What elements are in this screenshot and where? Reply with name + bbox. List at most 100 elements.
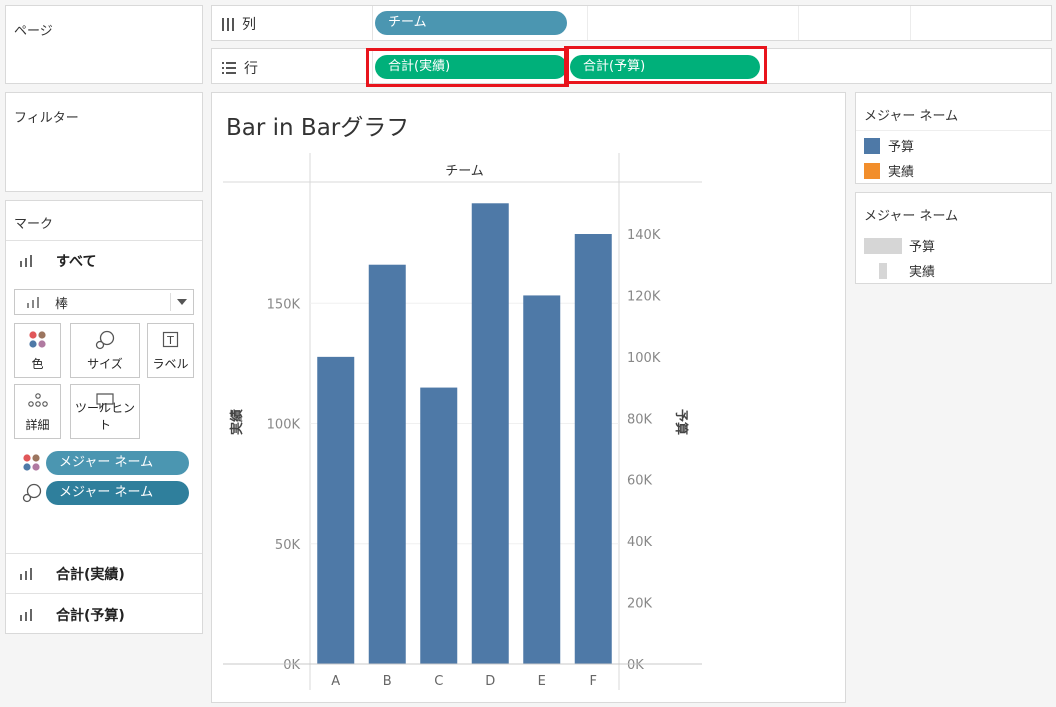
- size-icon: [71, 330, 139, 350]
- size-legend-title: メジャー ネーム: [864, 209, 959, 224]
- bar-chart-icon: [20, 568, 38, 580]
- left-tick-label: 50K: [275, 538, 301, 553]
- marks-card-actual-label: 合計(実績): [56, 567, 125, 583]
- size-legend-item-actual[interactable]: 実績: [864, 261, 935, 280]
- color-button[interactable]: 色: [14, 323, 61, 378]
- y2-axis-label: 予算: [673, 409, 689, 435]
- color-dots-icon: [22, 453, 42, 477]
- bar-chart-icon: [27, 296, 45, 308]
- size-swatch-narrow: [879, 262, 887, 279]
- rows-shelf-label: 行: [222, 58, 258, 78]
- columns-shelf-label-text: 列: [242, 17, 256, 33]
- bar-chart-icon: [20, 608, 38, 621]
- bar-chart: Bar in Barグラフチーム 0K 50K 100K 150K 0K 20K 40K 60K…: [223, 115, 702, 690]
- highlight-box-actual: [366, 48, 569, 87]
- marks-title: マーク: [14, 217, 54, 232]
- size-field-pill[interactable]: メジャー ネーム: [46, 481, 189, 505]
- rows-list-icon: [222, 62, 236, 74]
- legend-swatch-actual: [864, 162, 880, 179]
- label-button-label: ラベル: [152, 357, 189, 371]
- bar: [574, 234, 612, 664]
- columns-shelf-label: 列: [222, 14, 256, 34]
- marks-card-budget-label: 合計(予算): [56, 607, 125, 624]
- color-dots-icon: [15, 331, 60, 349]
- x-tick-label: F: [590, 674, 597, 689]
- highlight-box-budget: [564, 46, 767, 84]
- size-button-label: サイズ: [87, 357, 123, 371]
- mark-type-value: 棒: [55, 296, 69, 312]
- viz-panel: Bar in Barグラフチーム 0K 50K 100K 150K 0K 20K 40K 60K…: [211, 92, 846, 703]
- tooltip-button[interactable]: ツールヒント: [70, 384, 140, 439]
- tooltip-button-label: ツールヒント: [74, 401, 135, 432]
- x-tick-label: D: [485, 674, 495, 689]
- bar-chart-icon: [20, 255, 38, 267]
- right-tick-label: 20K: [627, 597, 653, 612]
- chart-title: Bar in Barグラフ: [226, 115, 409, 141]
- text-label-icon: T: [148, 331, 193, 349]
- detail-button[interactable]: 詳細: [14, 384, 61, 439]
- marks-card-all[interactable]: すべて: [6, 240, 202, 281]
- left-tick-label: 100K: [267, 418, 301, 433]
- size-legend-item-actual-label: 実績: [909, 265, 936, 280]
- shelf-divider: [798, 6, 799, 40]
- pages-title: ページ: [14, 24, 53, 39]
- bar: [317, 356, 355, 664]
- size-legend-item-budget-label: 予算: [909, 240, 936, 255]
- color-field-pill[interactable]: メジャー ネーム: [46, 451, 189, 475]
- left-tick-label: 0K: [283, 658, 300, 673]
- svg-text:T: T: [166, 334, 174, 347]
- column-pill-team[interactable]: チーム: [375, 11, 567, 35]
- columns-icon: [222, 17, 234, 31]
- right-tick-label: 120K: [627, 289, 661, 304]
- filters-title: フィルター: [14, 111, 79, 126]
- shelf-divider: [372, 6, 373, 40]
- rows-shelf-label-text: 行: [244, 61, 258, 77]
- left-tick-label: 150K: [267, 297, 301, 312]
- x-tick-label: B: [383, 674, 392, 689]
- marks-card-actual[interactable]: 合計(実績): [6, 553, 202, 594]
- columns-shelf[interactable]: 列 チーム: [211, 5, 1052, 41]
- bar: [368, 264, 406, 664]
- legend-swatch-budget: [864, 137, 880, 154]
- detail-dots-icon: [15, 392, 60, 410]
- color-legend-title: メジャー ネーム: [864, 109, 959, 124]
- pages-panel[interactable]: ページ: [5, 5, 203, 84]
- size-icon: [21, 483, 43, 507]
- legend-item-budget-label: 予算: [888, 140, 915, 155]
- dropdown-divider: [170, 293, 171, 311]
- x-tick-label: C: [434, 674, 443, 689]
- filters-panel[interactable]: フィルター: [5, 92, 203, 192]
- label-button[interactable]: T ラベル: [147, 323, 194, 378]
- y-axis-label: 実績: [229, 409, 245, 435]
- x-tick-label: A: [331, 674, 340, 689]
- right-tick-label: 140K: [627, 228, 661, 243]
- legend-item-budget[interactable]: 予算: [864, 136, 914, 155]
- chevron-down-icon[interactable]: [177, 299, 187, 305]
- size-button[interactable]: サイズ: [70, 323, 140, 378]
- bar: [471, 203, 509, 664]
- legend-item-actual-label: 実績: [888, 165, 915, 180]
- right-tick-label: 0K: [627, 658, 644, 673]
- column-header: チーム: [445, 164, 484, 179]
- marks-card-budget[interactable]: 合計(予算): [6, 593, 202, 635]
- legend-header-divider: [856, 130, 1051, 131]
- size-legend-item-budget[interactable]: 予算: [864, 236, 935, 255]
- right-tick-label: 100K: [627, 351, 661, 366]
- right-tick-label: 40K: [627, 535, 653, 550]
- mark-type-dropdown[interactable]: 棒: [14, 289, 194, 315]
- marks-panel: マーク すべて 棒 色 サイズ T ラベル 詳細 ツールヒント メジャー ネーム…: [5, 200, 203, 634]
- size-legend: メジャー ネーム 予算 実績: [855, 192, 1052, 284]
- right-tick-label: 80K: [627, 412, 653, 427]
- legend-item-actual[interactable]: 実績: [864, 161, 914, 180]
- right-tick-label: 60K: [627, 474, 653, 489]
- shelf-divider: [587, 6, 588, 40]
- x-tick-label: E: [538, 674, 546, 689]
- color-button-label: 色: [31, 357, 44, 371]
- size-swatch-wide: [864, 237, 902, 254]
- color-legend: メジャー ネーム 予算 実績: [855, 92, 1052, 184]
- marks-card-all-label: すべて: [56, 254, 97, 270]
- shelf-divider: [910, 6, 911, 40]
- bar: [523, 295, 561, 664]
- bar: [420, 387, 458, 664]
- detail-button-label: 詳細: [25, 418, 50, 432]
